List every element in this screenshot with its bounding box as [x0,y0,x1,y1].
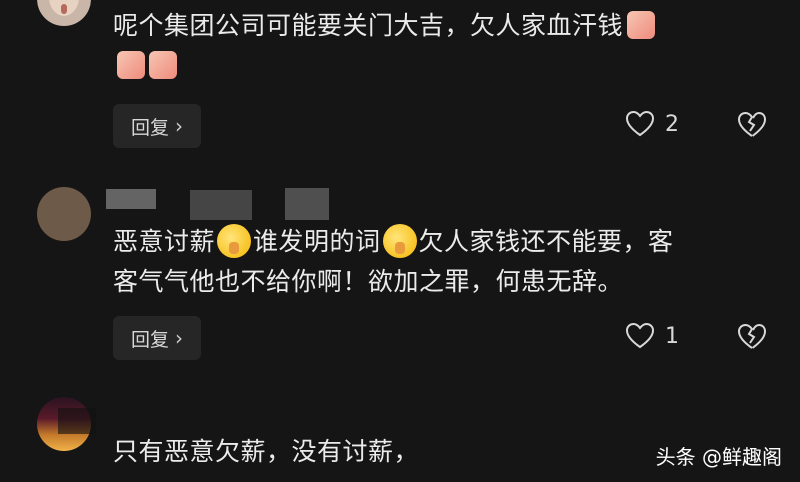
comment-text: 恶意讨薪 谁发明的词 欠人家钱还不能要，客 客气气他也不给你啊！欲加之罪，何患无辞。 [113,222,773,302]
like-button[interactable]: 1 [625,322,679,350]
blurred-username [190,190,252,220]
heart-outline-icon [625,322,655,349]
comment-text-part: 谁发明的词 [253,227,381,256]
avatar[interactable] [37,187,91,241]
blurred-username [285,188,329,220]
shushing-face-emoji-icon [382,224,417,258]
reply-label: 回复 [130,328,169,351]
reply-button[interactable]: 回复 › [113,104,201,148]
blurred-username [106,189,156,209]
avatar[interactable] [37,0,91,26]
comment-text: 呢个集团公司可能要关门大吉，欠人家血汗钱 [113,6,773,86]
blurred-username [58,408,96,434]
chevron-right-icon: › [175,114,183,138]
like-count: 2 [665,111,679,137]
chevron-right-icon: › [175,326,183,350]
comment-text-line: 只有恶意欠薪，没有讨薪， [113,437,420,466]
watermark: 头条 @鲜趣阁 [655,445,782,469]
prayer-hands-emoji-icon [627,11,656,39]
prayer-hands-emoji-icon [117,51,145,79]
prayer-hands-emoji-icon [149,51,177,79]
broken-heart-icon [737,323,767,349]
dislike-button[interactable] [736,323,768,355]
shushing-face-emoji-icon [217,224,252,258]
comment-text-part: 欠人家钱还不能要，客 [418,227,674,256]
broken-heart-icon [737,111,767,137]
heart-outline-icon [625,110,655,137]
comment-text-line: 呢个集团公司可能要关门大吉，欠人家血汗钱 [113,11,624,40]
reply-button[interactable]: 回复 › [113,316,201,360]
comment-text-line: 客气气他也不给你啊！欲加之罪，何患无辞。 [113,267,624,296]
comment-text-part: 恶意讨薪 [113,227,216,256]
dislike-button[interactable] [736,111,768,143]
avatar-mouth [61,4,67,14]
like-count: 1 [665,323,679,349]
reply-label: 回复 [130,116,169,139]
like-button[interactable]: 2 [625,110,679,138]
